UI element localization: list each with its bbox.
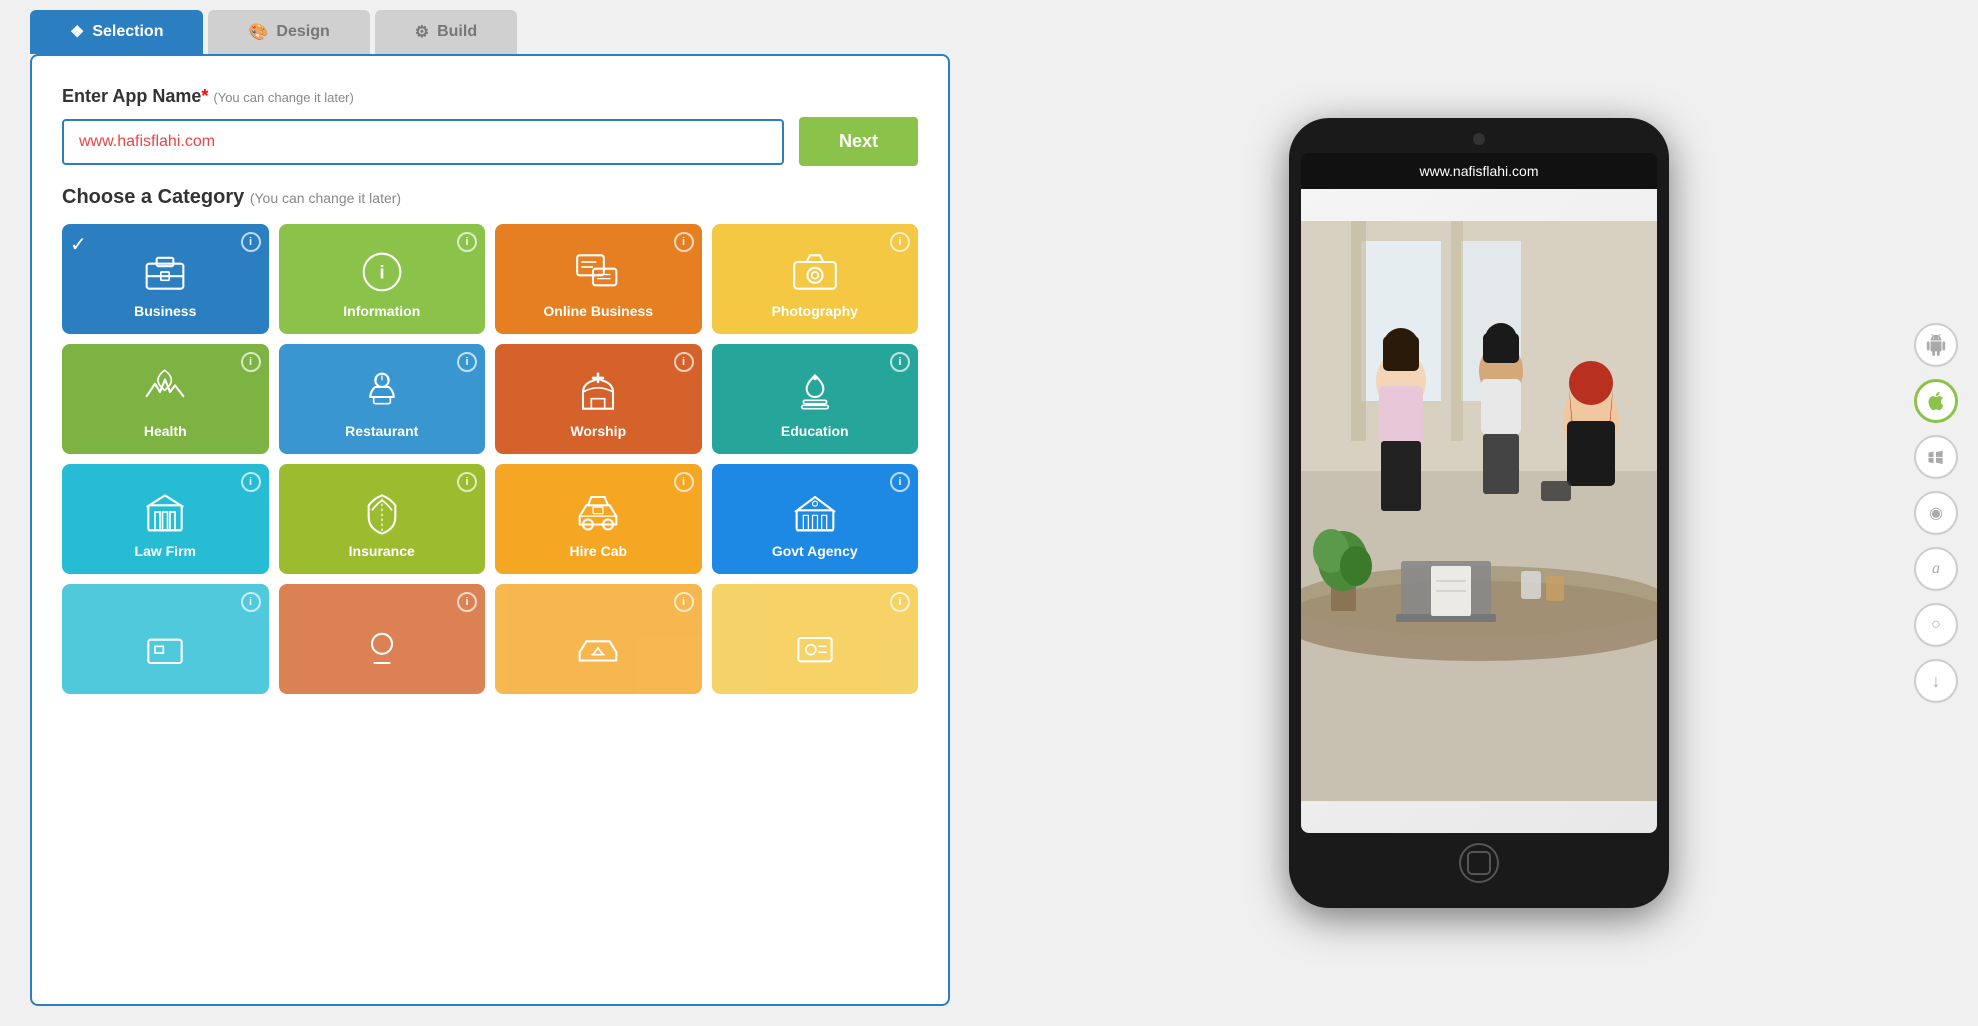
tile-education[interactable]: i Education [712,344,919,454]
phone-camera [1473,133,1485,145]
required-marker: * [201,86,208,106]
info-icon[interactable]: i [457,232,477,252]
extra4-icon [790,623,840,673]
tile-photography[interactable]: i Photography [712,224,919,334]
info-icon[interactable]: i [241,592,261,612]
blackberry-symbol: ◉ [1929,503,1943,523]
tile-hire-cab[interactable]: i Hire Cab [495,464,702,574]
phone-url-bar: www.nafisflahi.com [1301,153,1657,189]
app-name-input[interactable] [62,119,784,165]
phone-screen: www.nafisflahi.com [1301,153,1657,833]
phone-preview-image [1301,189,1657,833]
meeting-illustration [1301,189,1657,833]
amazon-icon[interactable]: a [1914,547,1958,591]
tile-information[interactable]: i i Information [279,224,486,334]
photography-icon [790,247,840,297]
apple-logo [1925,390,1947,412]
download-symbol: ↓ [1932,671,1941,692]
app-name-label: Enter App Name* (You can change it later… [62,86,918,107]
tile-extra1[interactable]: i [62,584,269,694]
circle-symbol: ○ [1931,616,1941,634]
tab-selection[interactable]: ❖ Selection [30,10,203,54]
business-icon [140,247,190,297]
android-logo [1925,334,1947,356]
info-icon[interactable]: i [457,352,477,372]
info-icon[interactable]: i [457,592,477,612]
category-label: Choose a Category (You can change it lat… [62,186,918,209]
govt-agency-icon [790,487,840,537]
android-icon[interactable] [1914,323,1958,367]
info-icon[interactable]: i [890,592,910,612]
tile-extra2[interactable]: i [279,584,486,694]
tile-law-firm[interactable]: i Law Firm [62,464,269,574]
insurance-icon [357,487,407,537]
selection-icon: ❖ [70,22,84,42]
left-panel: ❖ Selection 🎨 Design ⚙ Build Enter App N… [0,0,980,1026]
app-name-hint: (You can change it later) [213,90,353,105]
hire-cab-icon [573,487,623,537]
tile-restaurant[interactable]: i Restaurant [279,344,486,454]
extra2-icon [357,623,407,673]
info-icon[interactable]: i [241,352,261,372]
extra3-icon [573,623,623,673]
tab-design[interactable]: 🎨 Design [208,10,369,54]
info-icon[interactable]: i [674,352,694,372]
information-icon: i [357,247,407,297]
ios-icon[interactable] [1914,379,1958,423]
info-icon[interactable]: i [674,232,694,252]
info-icon[interactable]: i [890,352,910,372]
platform-icons: ◉ a ○ ↓ [1914,323,1958,703]
info-icon[interactable]: i [674,472,694,492]
windows-logo [1926,447,1946,467]
info-icon[interactable]: i [890,472,910,492]
next-button[interactable]: Next [799,117,918,166]
extra1-icon [140,623,190,673]
tile-extra4[interactable]: i [712,584,919,694]
input-row: Next [62,117,918,166]
health-icon [140,367,190,417]
main-card: Enter App Name* (You can change it later… [30,54,950,1006]
circle-icon[interactable]: ○ [1914,603,1958,647]
tile-health[interactable]: i Health [62,344,269,454]
tile-govt-agency[interactable]: i Govt Agency [712,464,919,574]
tile-worship[interactable]: i Worship [495,344,702,454]
tab-build[interactable]: ⚙ Build [375,10,517,54]
info-icon[interactable]: i [674,592,694,612]
phone-home-inner [1467,851,1491,875]
windows-icon[interactable] [1914,435,1958,479]
blackberry-icon[interactable]: ◉ [1914,491,1958,535]
download-icon[interactable]: ↓ [1914,659,1958,703]
law-firm-icon [140,487,190,537]
tile-online-business[interactable]: i Online Business [495,224,702,334]
phone-home-button[interactable] [1459,843,1499,883]
info-icon[interactable]: i [241,232,261,252]
education-icon [790,367,840,417]
restaurant-icon [357,367,407,417]
checkmark-icon: ✓ [70,232,87,257]
online-business-icon [573,247,623,297]
phone-device: www.nafisflahi.com [1289,118,1669,908]
gear-icon: ⚙ [415,22,429,42]
tile-extra3[interactable]: i [495,584,702,694]
amazon-symbol: a [1932,560,1940,578]
tile-business[interactable]: ✓ i Business [62,224,269,334]
info-icon[interactable]: i [457,472,477,492]
right-panel: www.nafisflahi.com [980,0,1978,1026]
worship-icon [573,367,623,417]
info-icon[interactable]: i [890,232,910,252]
tile-insurance[interactable]: i Insurance [279,464,486,574]
info-icon[interactable]: i [241,472,261,492]
palette-icon: 🎨 [248,22,268,42]
tab-bar: ❖ Selection 🎨 Design ⚙ Build [30,0,950,54]
category-grid: ✓ i Business i i Information [62,224,918,694]
svg-text:i: i [379,262,384,283]
